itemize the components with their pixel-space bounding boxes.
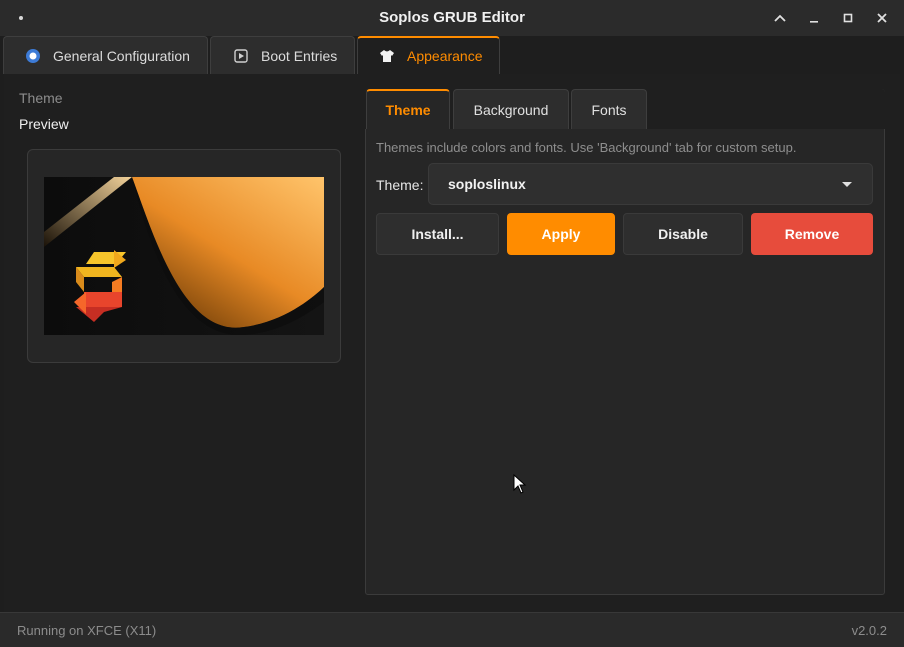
apply-button[interactable]: Apply (507, 213, 615, 255)
sub-tab-bar: Theme Background Fonts (365, 89, 885, 129)
install-button[interactable]: Install... (376, 213, 499, 255)
window-title: Soplos GRUB Editor (379, 9, 525, 26)
theme-select-label: Theme: (376, 177, 424, 193)
subtab-fonts[interactable]: Fonts (571, 89, 647, 129)
chevron-up-icon[interactable] (770, 8, 790, 28)
theme-dropdown[interactable]: soploslinux (428, 163, 873, 205)
close-icon[interactable] (872, 8, 892, 28)
disable-button[interactable]: Disable (623, 213, 743, 255)
preview-label: Preview (19, 116, 69, 132)
theme-dropdown-value: soploslinux (448, 176, 526, 192)
status-bar: Running on XFCE (X11) v2.0.2 (0, 612, 904, 647)
status-version: v2.0.2 (851, 623, 887, 638)
subtab-label: Theme (385, 102, 431, 118)
subtab-theme[interactable]: Theme (366, 89, 450, 129)
tab-general-configuration[interactable]: General Configuration (3, 36, 208, 74)
minimize-icon[interactable] (804, 8, 824, 28)
play-box-icon (233, 48, 249, 64)
tab-label: Boot Entries (261, 47, 338, 64)
tab-label: General Configuration (53, 47, 190, 64)
mouse-cursor-icon (513, 473, 527, 497)
tab-boot-entries[interactable]: Boot Entries (210, 36, 355, 74)
subtab-label: Fonts (591, 101, 627, 118)
maximize-icon[interactable] (838, 8, 858, 28)
section-label: Theme (19, 90, 63, 106)
shirt-icon (379, 48, 395, 64)
tab-label: Appearance (407, 48, 483, 64)
subtab-label: Background (473, 101, 549, 118)
status-environment: Running on XFCE (X11) (17, 623, 157, 638)
title-bar: Soplos GRUB Editor (0, 0, 904, 36)
theme-preview-image (44, 177, 324, 335)
remove-button[interactable]: Remove (751, 213, 873, 255)
theme-hint-text: Themes include colors and fonts. Use 'Ba… (376, 140, 797, 155)
tab-appearance[interactable]: Appearance (357, 36, 500, 74)
config-icon (25, 48, 41, 64)
subtab-background[interactable]: Background (453, 89, 569, 129)
chevron-down-icon (842, 182, 852, 187)
main-tab-bar: General Configuration Boot Entries Appea… (0, 36, 904, 74)
